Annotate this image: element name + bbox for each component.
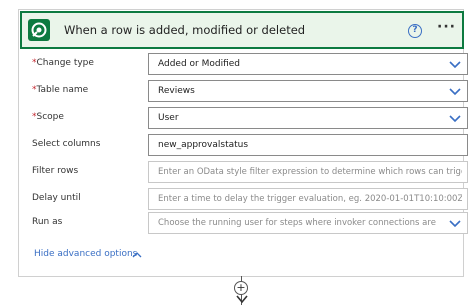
row-change-type: *Change type Added or Modified bbox=[32, 53, 468, 75]
row-scope: *Scope User bbox=[32, 107, 468, 129]
chevron-down-icon bbox=[449, 61, 461, 69]
run-as-dropdown[interactable]: Choose the running user for steps where … bbox=[148, 212, 468, 234]
trigger-card: When a row is added, modified or deleted… bbox=[19, 10, 468, 276]
delay-until-placeholder: Enter a time to delay the trigger evalua… bbox=[158, 194, 462, 204]
filter-rows-placeholder: Enter an OData style filter expression t… bbox=[158, 167, 462, 177]
table-name-value: Reviews bbox=[158, 86, 195, 96]
filter-rows-input[interactable]: Enter an OData style filter expression t… bbox=[148, 161, 468, 183]
row-filter-rows: Filter rows Enter an OData style filter … bbox=[32, 161, 468, 183]
row-table-name: *Table name Reviews bbox=[32, 80, 468, 102]
trigger-header[interactable]: When a row is added, modified or deleted… bbox=[20, 11, 464, 49]
field-label: Run as bbox=[32, 217, 63, 227]
row-select-columns: Select columns new_approvalstatus bbox=[32, 134, 468, 156]
field-label: *Scope bbox=[32, 112, 64, 122]
field-label: Filter rows bbox=[32, 166, 79, 176]
chevron-down-icon bbox=[449, 88, 461, 96]
chevron-down-icon bbox=[449, 115, 461, 123]
run-as-placeholder: Choose the running user for steps where … bbox=[158, 218, 438, 228]
field-label: *Change type bbox=[32, 58, 94, 68]
row-run-as: Run as Choose the running user for steps… bbox=[32, 212, 468, 234]
chevron-up-icon bbox=[132, 252, 142, 258]
field-label: Delay until bbox=[32, 193, 81, 203]
change-type-value: Added or Modified bbox=[158, 59, 241, 69]
dataverse-logo-icon bbox=[28, 19, 50, 41]
help-icon[interactable]: ? bbox=[408, 24, 422, 38]
arrow-down-icon bbox=[236, 295, 248, 304]
delay-until-input[interactable]: Enter a time to delay the trigger evalua… bbox=[148, 188, 468, 210]
add-step-icon[interactable]: + bbox=[234, 281, 248, 295]
table-name-dropdown[interactable]: Reviews bbox=[148, 80, 468, 102]
select-columns-value: new_approvalstatus bbox=[158, 140, 249, 150]
field-label: Select columns bbox=[32, 139, 101, 149]
row-delay-until: Delay until Enter a time to delay the tr… bbox=[32, 188, 468, 210]
change-type-dropdown[interactable]: Added or Modified bbox=[148, 53, 468, 75]
hide-advanced-options-link[interactable]: Hide advanced options bbox=[34, 249, 142, 259]
select-columns-input[interactable]: new_approvalstatus bbox=[148, 134, 468, 156]
trigger-title: When a row is added, modified or deleted bbox=[64, 23, 306, 37]
more-options-icon[interactable]: ··· bbox=[437, 19, 456, 35]
field-label: *Table name bbox=[32, 85, 89, 95]
scope-value: User bbox=[158, 113, 179, 123]
chevron-down-icon bbox=[449, 220, 461, 228]
scope-dropdown[interactable]: User bbox=[148, 107, 468, 129]
